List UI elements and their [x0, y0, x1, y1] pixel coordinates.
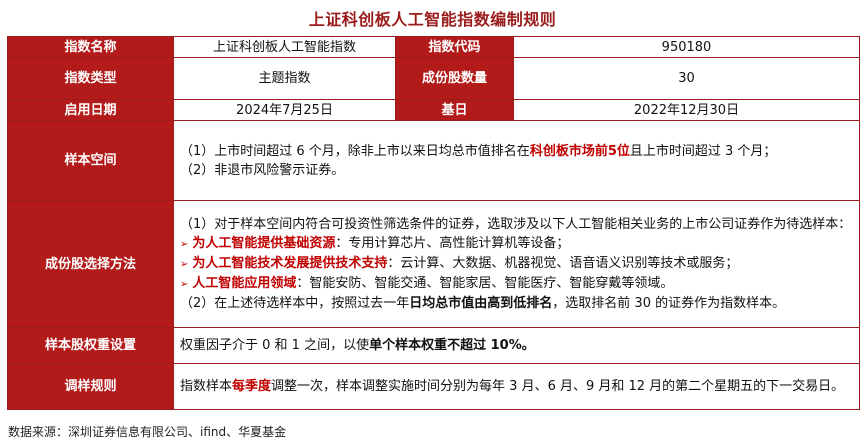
row-rebalance: 调样规则 指数样本每季度调整一次，样本调整实施时间分别为每年 3 月、6 月、9… [7, 363, 860, 410]
sample-space-line-2: （2）非退市风险警示证券。 [180, 162, 345, 178]
constituent-count-label: 成份股数量 [395, 57, 514, 100]
row-weighting: 样本股权重设置 权重因子介于 0 和 1 之间，以使单个样本权重不超过 10%。 [7, 327, 860, 364]
index-name-value: 上证科创板人工智能指数 [173, 36, 396, 58]
data-source-note: 数据来源：深圳证券信息有限公司、ifind、华夏基金 [8, 425, 287, 439]
launch-date-value: 2024年7月25日 [173, 99, 396, 121]
index-type-value: 主题指数 [173, 57, 396, 100]
index-code-label: 指数代码 [395, 36, 514, 58]
sample-space-label: 样本空间 [7, 120, 174, 201]
base-date-label: 基日 [395, 99, 514, 121]
row-sample-space: 样本空间 （1）上市时间超过 6 个月，除非上市以来日均总市值排名在科创板市场前… [7, 120, 860, 201]
row-selection-method: 成份股选择方法 （1）对于样本空间内符合可投资性筛选条件的证券，选取涉及以下人工… [7, 200, 860, 328]
rebalance-content: 指数样本每季度调整一次，样本调整实施时间分别为每年 3 月、6 月、9 月和 1… [173, 363, 860, 410]
selection-intro: （1）对于样本空间内符合可投资性筛选条件的证券，选取涉及以下人工智能相关业务的上… [180, 217, 852, 232]
selection-bullet-1: ➢ 为人工智能提供基础资源：专用计算芯片、高性能计算机等设备； [180, 236, 570, 251]
row-index-type-count: 指数类型 主题指数 成份股数量 30 [7, 57, 860, 100]
index-name-label: 指数名称 [7, 36, 174, 58]
weighting-label: 样本股权重设置 [7, 327, 174, 364]
sample-space-highlight: 科创板市场前5位 [529, 143, 630, 159]
selection-method-label: 成份股选择方法 [7, 200, 174, 328]
index-rules-table: 指数名称 上证科创板人工智能指数 指数代码 950180 指数类型 主题指数 成… [7, 36, 860, 410]
selection-method-content: （1）对于样本空间内符合可投资性筛选条件的证券，选取涉及以下人工智能相关业务的上… [173, 200, 860, 328]
weighting-highlight: 单个样本权重不超过 10%。 [369, 338, 535, 353]
selection-bullet-2: ➢ 为人工智能技术发展提供技术支持：云计算、大数据、机器视觉、语音语义识别等技术或… [180, 256, 739, 271]
arrow-bullet-icon: ➢ [180, 239, 189, 250]
row-launch-base-date: 启用日期 2024年7月25日 基日 2022年12月30日 [7, 99, 860, 121]
selection-bullet-3: ➢ 人工智能应用领域：智能安防、智能交通、智能家居、智能医疗、智能穿戴等领域。 [180, 276, 674, 291]
index-type-label: 指数类型 [7, 57, 174, 100]
row-index-name-code: 指数名称 上证科创板人工智能指数 指数代码 950180 [7, 36, 860, 58]
constituent-count-value: 30 [513, 57, 860, 100]
rebalance-highlight: 每季度 [232, 379, 272, 394]
base-date-value: 2022年12月30日 [513, 99, 860, 121]
sample-space-line-1: （1）上市时间超过 6 个月，除非上市以来日均总市值排名在科创板市场前5位且上市… [180, 143, 777, 159]
arrow-bullet-icon: ➢ [180, 279, 189, 290]
index-code-value: 950180 [513, 36, 860, 58]
weighting-content: 权重因子介于 0 和 1 之间，以使单个样本权重不超过 10%。 [173, 327, 860, 364]
selection-step-2: （2）在上述待选样本中，按照过去一年日均总市值由高到低排名，选取排名前 30 的… [180, 296, 786, 311]
rebalance-label: 调样规则 [7, 363, 174, 410]
arrow-bullet-icon: ➢ [180, 259, 189, 270]
sample-space-content: （1）上市时间超过 6 个月，除非上市以来日均总市值排名在科创板市场前5位且上市… [173, 120, 860, 201]
page-title: 上证科创板人工智能指数编制规则 [308, 10, 557, 29]
launch-date-label: 启用日期 [7, 99, 174, 121]
